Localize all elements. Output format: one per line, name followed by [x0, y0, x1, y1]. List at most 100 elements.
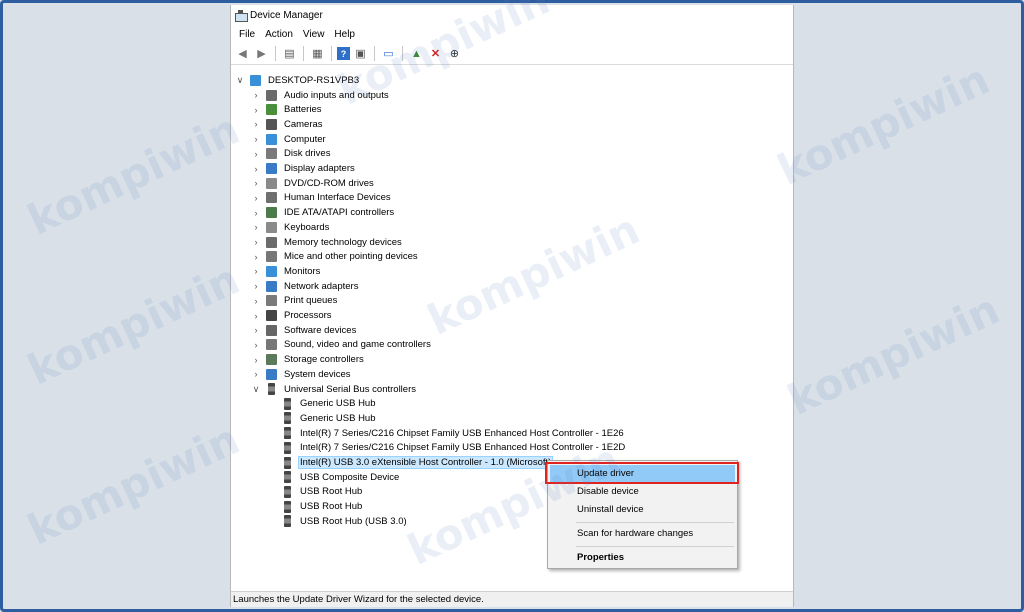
menu-view[interactable]: View	[299, 29, 331, 40]
disable-device-menu-item[interactable]: Disable device	[550, 483, 735, 500]
usb-controller-item[interactable]: USB Root Hub (USB 3.0)	[267, 514, 409, 529]
tree-category-item[interactable]: › IDE ATA/ATAPI controllers	[251, 205, 396, 220]
disable-device-label: Disable device	[577, 486, 639, 497]
collapsed-chevron-icon[interactable]: ›	[251, 266, 261, 276]
device-category-icon	[266, 354, 277, 366]
status-text: Launches the Update Driver Wizard for th…	[233, 594, 484, 605]
toolbar-divider	[331, 46, 332, 61]
collapsed-chevron-icon[interactable]: ›	[251, 134, 261, 144]
usb-device-icon	[284, 500, 291, 513]
device-category-icon	[266, 118, 277, 130]
toolbar-divider	[275, 46, 276, 61]
usb-controller-item[interactable]: USB Composite Device	[267, 470, 401, 485]
collapsed-chevron-icon[interactable]: ›	[251, 340, 261, 350]
tree-category-item[interactable]: › Keyboards	[251, 220, 331, 235]
collapsed-chevron-icon[interactable]: ›	[251, 178, 261, 188]
tree-category-item[interactable]: › Computer	[251, 132, 328, 147]
device-category-icon	[266, 104, 277, 116]
collapsed-chevron-icon[interactable]: ›	[251, 237, 261, 247]
tree-root-computer[interactable]: ∨ DESKTOP-RS1VPB3	[235, 73, 361, 88]
expanded-chevron-icon[interactable]: ∨	[251, 384, 261, 395]
collapsed-chevron-icon[interactable]: ›	[251, 149, 261, 159]
tree-category-item[interactable]: › Monitors	[251, 264, 322, 279]
usb-controller-item[interactable]: USB Root Hub	[267, 485, 364, 500]
view-icon[interactable]: ▦	[309, 45, 326, 62]
usb-controller-item[interactable]: Intel(R) 7 Series/C216 Chipset Family US…	[267, 441, 627, 456]
collapsed-chevron-icon[interactable]: ›	[251, 90, 261, 100]
uninstall-device-menu-item[interactable]: Uninstall device	[550, 501, 735, 518]
tree-item-label: DESKTOP-RS1VPB3	[268, 74, 360, 86]
tree-item-label: Display adapters	[284, 163, 355, 175]
tree-category-item[interactable]: › DVD/CD-ROM drives	[251, 176, 376, 191]
status-bar: Launches the Update Driver Wizard for th…	[231, 591, 793, 607]
tree-category-item[interactable]: › Sound, video and game controllers	[251, 338, 433, 353]
tree-category-item[interactable]: › Processors	[251, 308, 334, 323]
scan-hardware-label: Scan for hardware changes	[577, 528, 694, 539]
tree-category-item[interactable]: › Network adapters	[251, 279, 360, 294]
collapsed-chevron-icon[interactable]: ›	[251, 311, 261, 321]
menu-divider	[576, 546, 734, 547]
collapsed-chevron-icon[interactable]: ›	[251, 164, 261, 174]
collapsed-chevron-icon[interactable]: ›	[251, 222, 261, 232]
tree-category-item[interactable]: › Display adapters	[251, 161, 357, 176]
usb-device-icon	[284, 471, 291, 484]
tree-item-label: Memory technology devices	[284, 236, 402, 248]
tree-category-item[interactable]: › Print queues	[251, 294, 339, 309]
help-icon[interactable]: ?	[337, 47, 350, 60]
update-driver-icon[interactable]: ▲	[408, 45, 425, 62]
device-category-icon	[266, 251, 277, 263]
menu-help[interactable]: Help	[330, 29, 361, 40]
usb-controller-item[interactable]: Generic USB Hub	[267, 411, 378, 426]
device-category-icon	[266, 177, 277, 189]
device-category-icon	[266, 148, 277, 160]
scan-hardware-menu-item[interactable]: Scan for hardware changes	[550, 525, 735, 542]
usb-controller-item[interactable]: Intel(R) USB 3.0 eXtensible Host Control…	[267, 455, 554, 470]
tree-category-item[interactable]: › Software devices	[251, 323, 358, 338]
collapsed-chevron-icon[interactable]: ›	[251, 119, 261, 129]
collapsed-chevron-icon[interactable]: ›	[251, 355, 261, 365]
forward-icon[interactable]: ▶	[253, 45, 270, 62]
collapsed-chevron-icon[interactable]: ›	[251, 281, 261, 291]
tree-category-item[interactable]: › Storage controllers	[251, 352, 366, 367]
download-icon[interactable]: ⊕	[446, 45, 463, 62]
tree-category-item[interactable]: › Cameras	[251, 117, 325, 132]
usb-controller-item[interactable]: Generic USB Hub	[267, 396, 378, 411]
uninstall-icon[interactable]: ✕	[427, 45, 444, 62]
tree-category-item[interactable]: › Batteries	[251, 102, 324, 117]
properties-menu-item[interactable]: Properties	[550, 549, 735, 566]
menu-bar: File Action View Help	[231, 25, 793, 43]
collapsed-chevron-icon[interactable]: ›	[251, 208, 261, 218]
window-title: Device Manager	[250, 9, 323, 21]
usb-controller-item[interactable]: USB Root Hub	[267, 499, 364, 514]
monitor-icon[interactable]: ▭	[380, 45, 397, 62]
device-category-icon	[266, 163, 277, 175]
tree-category-item[interactable]: ∨ Universal Serial Bus controllers	[251, 382, 418, 397]
tree-item-label: IDE ATA/ATAPI controllers	[284, 207, 395, 219]
properties-icon[interactable]: ▤	[281, 45, 298, 62]
tree-category-item[interactable]: › Audio inputs and outputs	[251, 88, 391, 103]
collapsed-chevron-icon[interactable]: ›	[251, 296, 261, 306]
menu-action[interactable]: Action	[261, 29, 299, 40]
collapsed-chevron-icon[interactable]: ›	[251, 369, 261, 379]
expanded-chevron-icon[interactable]: ∨	[235, 75, 245, 86]
tree-category-item[interactable]: › Memory technology devices	[251, 235, 404, 250]
device-category-icon	[266, 324, 277, 336]
collapsed-chevron-icon[interactable]: ›	[251, 252, 261, 262]
tree-item-label: Generic USB Hub	[300, 412, 376, 424]
usb-controller-item[interactable]: Intel(R) 7 Series/C216 Chipset Family US…	[267, 426, 626, 441]
menu-file[interactable]: File	[235, 29, 261, 40]
device-category-icon	[266, 133, 277, 145]
tree-category-item[interactable]: › Mice and other pointing devices	[251, 249, 420, 264]
toolbar-divider	[402, 46, 403, 61]
tree-item-label: USB Composite Device	[300, 471, 400, 483]
tree-category-item[interactable]: › Disk drives	[251, 147, 332, 162]
collapsed-chevron-icon[interactable]: ›	[251, 325, 261, 335]
usb-device-icon	[284, 427, 291, 440]
collapsed-chevron-icon[interactable]: ›	[251, 193, 261, 203]
back-icon[interactable]: ◀	[234, 45, 251, 62]
highlight-box	[545, 462, 739, 484]
tree-category-item[interactable]: › System devices	[251, 367, 353, 382]
tree-category-item[interactable]: › Human Interface Devices	[251, 191, 393, 206]
collapsed-chevron-icon[interactable]: ›	[251, 105, 261, 115]
show-icon[interactable]: ▣	[352, 45, 369, 62]
